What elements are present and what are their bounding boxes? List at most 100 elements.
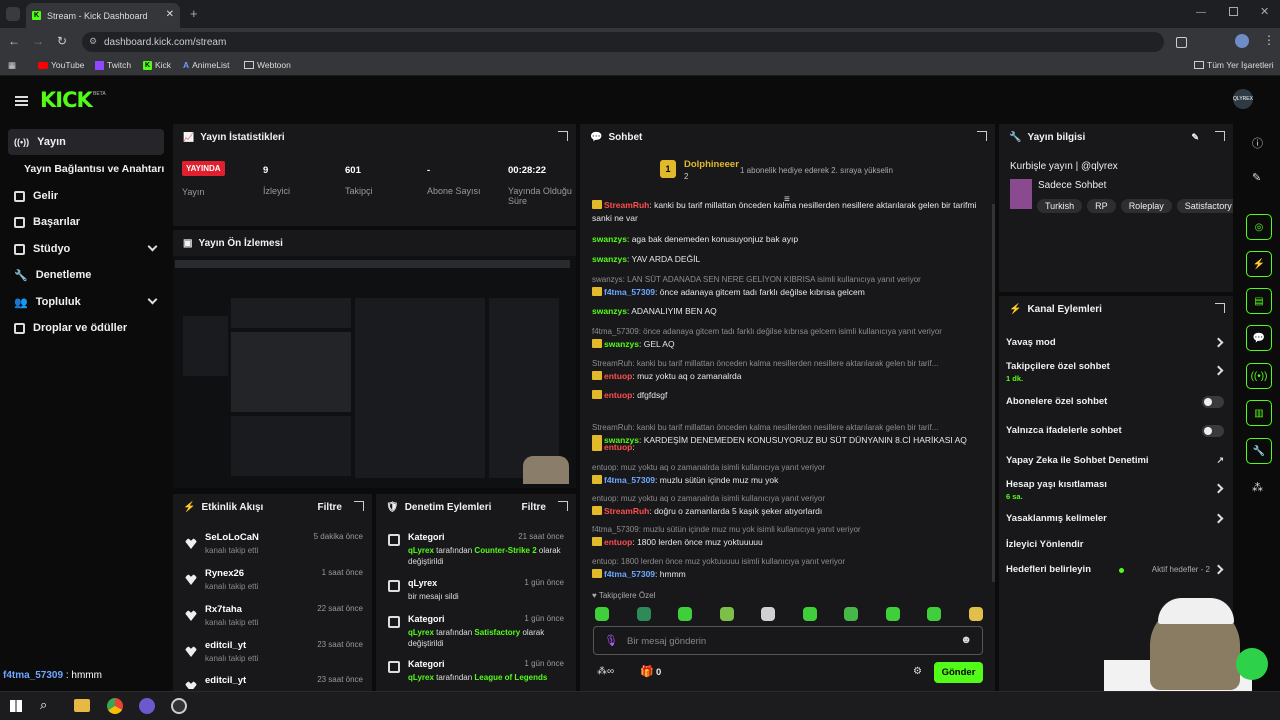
sidebar-item-denetleme[interactable]: 🔧 Denetleme bbox=[8, 262, 164, 288]
expand-icon[interactable] bbox=[558, 501, 568, 511]
chat-username[interactable]: StreamRuh bbox=[604, 200, 649, 210]
toggle-switch[interactable] bbox=[1202, 425, 1224, 437]
rail-button-chat[interactable]: 💬 bbox=[1246, 325, 1272, 351]
channel-action-item[interactable]: Hedefleri belirleyin Aktif hedefler - 2 bbox=[1006, 564, 1228, 575]
expand-icon[interactable] bbox=[354, 501, 364, 511]
mod-detail-user[interactable]: qLyrex bbox=[408, 628, 434, 637]
file-explorer-icon[interactable] bbox=[74, 699, 90, 712]
rail-button-clip[interactable]: ◎ bbox=[1246, 214, 1272, 240]
maximize-icon[interactable] bbox=[1229, 7, 1238, 16]
stream-preview-video[interactable] bbox=[173, 256, 576, 488]
obs-icon[interactable] bbox=[171, 698, 187, 714]
sidebar-item-gelir[interactable]: Gelir bbox=[8, 183, 164, 209]
chat-username[interactable]: entuop bbox=[604, 371, 632, 381]
channel-action-item[interactable]: Takipçilere özel sohbet 1 dk. bbox=[1006, 361, 1228, 383]
emote-icon[interactable] bbox=[885, 607, 900, 621]
bookmark-webtoon[interactable]: Webtoon bbox=[244, 60, 291, 70]
emote-icon[interactable] bbox=[636, 607, 651, 621]
new-tab-button[interactable]: + bbox=[190, 6, 198, 21]
emote-icon[interactable] bbox=[968, 607, 983, 621]
bookmark-kick[interactable]: K Kick bbox=[143, 60, 171, 70]
bookmark-twitch[interactable]: Twitch bbox=[95, 60, 131, 70]
url-field[interactable]: ⚙ dashboard.kick.com/stream bbox=[82, 32, 1164, 52]
back-icon[interactable]: ← bbox=[8, 34, 20, 48]
tag[interactable]: Roleplay bbox=[1120, 199, 1172, 213]
channel-action-item[interactable]: Hesap yaşı kısıtlaması 6 sa. bbox=[1006, 479, 1228, 501]
chat-username[interactable]: StreamRuh bbox=[604, 506, 649, 516]
forward-icon[interactable]: → bbox=[32, 34, 44, 48]
info-icon[interactable]: ⓘ bbox=[1252, 135, 1263, 151]
expand-icon[interactable] bbox=[1215, 131, 1225, 141]
rail-button-poll[interactable]: ▤ bbox=[1246, 288, 1272, 314]
rail-button-tools[interactable]: 🔧 bbox=[1246, 438, 1272, 464]
sidebar-item-stream-key[interactable]: Yayın Bağlantısı ve Anahtarı bbox=[18, 156, 174, 182]
chat-username[interactable]: f4tma_57309 bbox=[604, 475, 655, 485]
expand-icon[interactable] bbox=[977, 131, 987, 141]
all-bookmarks[interactable]: Tüm Yer İşaretleri bbox=[1194, 60, 1274, 70]
bookmark-youtube[interactable]: YouTube bbox=[38, 60, 84, 70]
emote-icon[interactable] bbox=[595, 607, 609, 621]
chat-input[interactable]: 🎙 Bir mesaj gönderin ☻ bbox=[593, 626, 983, 655]
chat-username[interactable]: entuop bbox=[604, 390, 632, 400]
expand-icon[interactable] bbox=[1215, 303, 1225, 313]
mod-detail-user[interactable]: qLyrex bbox=[408, 673, 434, 682]
rail-button-layout[interactable]: ▥ bbox=[1246, 400, 1272, 426]
chat-username[interactable]: swanzys bbox=[592, 254, 627, 264]
browser-menu-icon[interactable]: ⋮ bbox=[1263, 33, 1275, 47]
kick-logo[interactable]: KICK bbox=[40, 88, 93, 112]
expand-icon[interactable] bbox=[558, 131, 568, 141]
gift-icon[interactable]: 🎁 bbox=[640, 665, 654, 678]
channel-action-item[interactable]: Yalnızca ifadelerle sohbet bbox=[1006, 425, 1228, 437]
emote-icon[interactable] bbox=[802, 607, 817, 621]
mod-detail-user[interactable]: qLyrex bbox=[408, 546, 434, 555]
close-tab-icon[interactable]: ✕ bbox=[166, 9, 174, 20]
tag[interactable]: Satisfactory bbox=[1176, 199, 1233, 213]
search-icon[interactable]: ⌕ bbox=[40, 697, 47, 713]
reload-icon[interactable]: ↻ bbox=[57, 34, 67, 48]
apps-icon[interactable]: ▦ bbox=[8, 60, 16, 71]
microphone-icon[interactable]: 🎙 bbox=[604, 634, 618, 647]
minimize-icon[interactable]: — bbox=[1196, 7, 1206, 18]
sidebar-item-droplar[interactable]: Droplar ve ödüller bbox=[8, 315, 164, 341]
pinned-user[interactable]: Dolphineeer bbox=[684, 159, 739, 170]
edit-icon[interactable]: ✎ bbox=[1191, 132, 1199, 143]
menu-icon[interactable] bbox=[15, 96, 28, 98]
user-avatar[interactable]: QLYREX bbox=[1233, 89, 1253, 109]
emote-icon[interactable] bbox=[678, 607, 692, 621]
window-close-icon[interactable]: ✕ bbox=[1260, 5, 1269, 18]
windows-start-icon[interactable] bbox=[10, 700, 22, 712]
channel-action-item[interactable]: Yapay Zeka ile Sohbet Denetimi ↗ bbox=[1006, 455, 1228, 466]
tag[interactable]: RP bbox=[1087, 199, 1116, 213]
edit-icon[interactable]: ✎ bbox=[1252, 171, 1261, 184]
discord-icon[interactable] bbox=[139, 698, 155, 714]
chat-scrollbar[interactable] bbox=[992, 204, 995, 582]
rail-button-raid[interactable]: ⚡ bbox=[1246, 251, 1272, 277]
toggle-switch[interactable] bbox=[1202, 396, 1224, 408]
community-icon[interactable]: ⁂∞ bbox=[597, 666, 614, 677]
rail-button-broadcast[interactable]: ((•)) bbox=[1246, 363, 1272, 389]
sidebar-item-basarilar[interactable]: Başarılar bbox=[8, 209, 164, 235]
bookmark-animelist[interactable]: A AnimeList bbox=[183, 60, 229, 70]
channel-action-item[interactable]: İzleyici Yönlendir bbox=[1006, 539, 1228, 550]
emoji-icon[interactable]: ☻ bbox=[960, 634, 972, 646]
chat-username[interactable]: f4tma_57309 bbox=[604, 569, 655, 579]
tag[interactable]: Turkish bbox=[1037, 199, 1083, 213]
filter-button[interactable]: Filtre bbox=[522, 502, 546, 513]
chat-username[interactable]: swanzys bbox=[592, 234, 627, 244]
sidebar-item-topluluk[interactable]: 👥 Topluluk bbox=[8, 289, 164, 315]
send-button[interactable]: Gönder bbox=[934, 662, 983, 683]
emote-icon[interactable] bbox=[844, 607, 858, 621]
emote-icon[interactable] bbox=[761, 607, 775, 621]
browser-tab[interactable]: K Stream - Kick Dashboard ✕ bbox=[26, 3, 180, 28]
channel-action-item[interactable]: Yasaklanmış kelimeler bbox=[1006, 513, 1228, 524]
emote-icon[interactable] bbox=[719, 607, 734, 621]
chat-bubble-button[interactable] bbox=[1236, 648, 1268, 680]
chat-settings-icon[interactable]: ⚙ bbox=[913, 666, 922, 677]
tab-list-button[interactable] bbox=[6, 7, 20, 21]
chat-username[interactable]: entuop bbox=[604, 442, 632, 452]
channel-action-item[interactable]: Abonelere özel sohbet bbox=[1006, 396, 1228, 408]
chrome-icon[interactable] bbox=[107, 698, 123, 714]
profile-avatar[interactable] bbox=[1235, 34, 1249, 48]
site-info-icon[interactable]: ⚙ bbox=[89, 36, 97, 47]
emote-icon[interactable] bbox=[927, 607, 941, 621]
